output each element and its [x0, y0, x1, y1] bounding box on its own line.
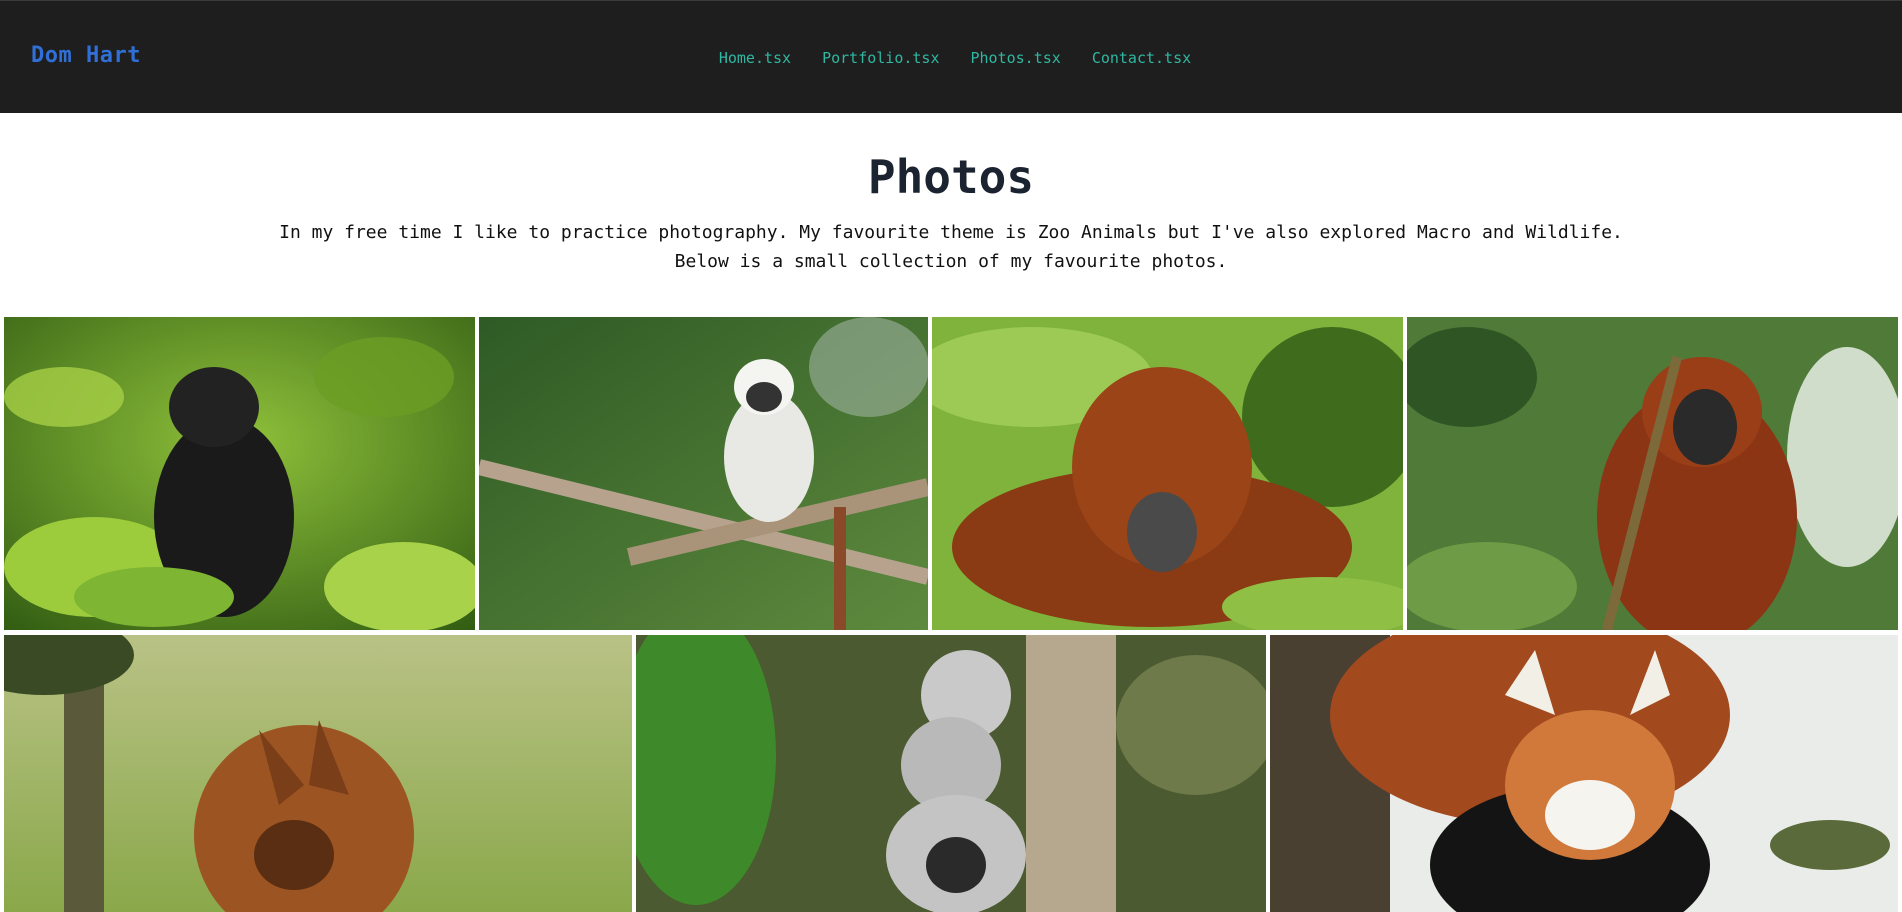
intro-text: In my free time I like to practice photo… — [0, 218, 1902, 276]
intro-line-1: In my free time I like to practice photo… — [279, 222, 1623, 243]
photo-orangutan[interactable] — [932, 317, 1403, 630]
nav-link-photos[interactable]: Photos.tsx — [971, 49, 1061, 67]
photo-red-panda[interactable] — [1270, 635, 1898, 912]
main-nav: Home.tsx Portfolio.tsx Photos.tsx Contac… — [0, 49, 1902, 67]
photo-macaque[interactable] — [4, 317, 475, 630]
navbar: Dom Hart Home.tsx Portfolio.tsx Photos.t… — [0, 0, 1902, 113]
photo-maned-wolf[interactable] — [4, 635, 632, 912]
nav-link-home[interactable]: Home.tsx — [719, 49, 791, 67]
photo-tamarin[interactable] — [479, 317, 928, 630]
intro-line-2: Below is a small collection of my favour… — [674, 251, 1228, 272]
photo-lemurs[interactable] — [636, 635, 1266, 912]
photo-howler[interactable] — [1407, 317, 1898, 630]
nav-link-contact[interactable]: Contact.tsx — [1092, 49, 1191, 67]
nav-link-portfolio[interactable]: Portfolio.tsx — [822, 49, 939, 67]
page-title: Photos — [867, 150, 1035, 204]
